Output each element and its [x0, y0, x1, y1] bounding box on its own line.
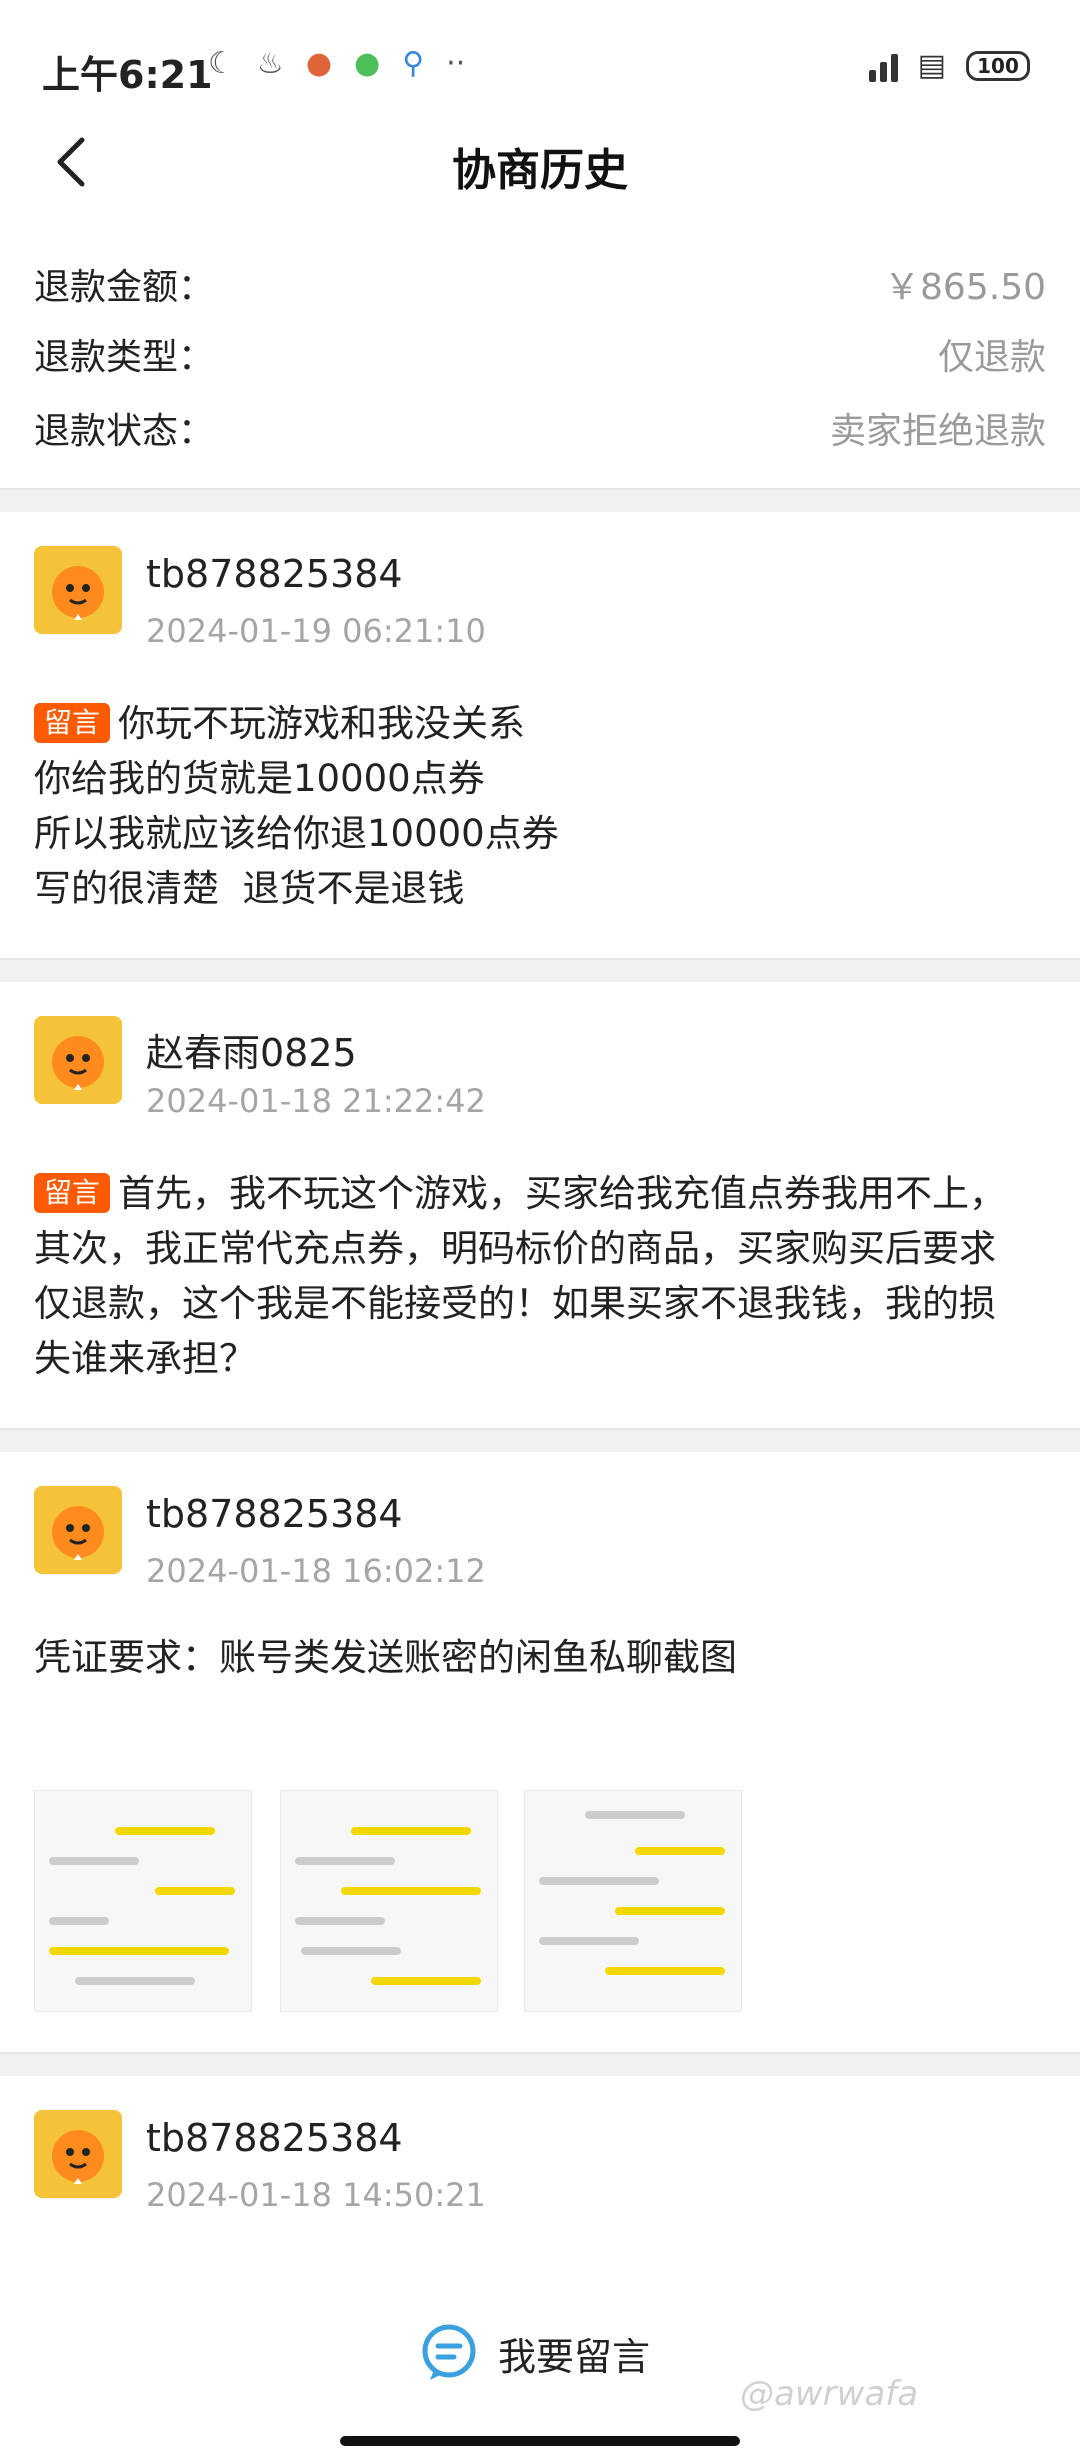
message-line: 仅退款，这个我是不能接受的！如果买家不退我钱，我的损	[34, 1282, 996, 1325]
leave-message-button[interactable]: 我要留言	[420, 2324, 650, 2382]
wifi-router-icon: ▤	[917, 48, 946, 83]
message-username: 赵春雨0825	[146, 1031, 357, 1075]
message-tag: 留言	[34, 703, 111, 743]
battery-icon: 100	[966, 50, 1030, 81]
message-text: 留言 首先，我不玩这个游戏，买家给我充值点券我用不上， 其次，我正常代充点券，明码…	[34, 1166, 1046, 1386]
refund-amount-value: ￥865.50	[884, 267, 1046, 308]
avatar	[34, 1486, 122, 1574]
bottom-bar: 我要留言 @awrwafa	[0, 2284, 1080, 2460]
status-left-icons: ☾ ♨ ● ● ⚲ ··	[208, 46, 465, 81]
refund-type-row: 退款类型： 仅退款	[34, 328, 1046, 380]
message-line: 失谁来承担？	[34, 1337, 256, 1380]
page-title: 协商历史	[452, 145, 628, 196]
message-username: tb878825384	[146, 552, 403, 596]
signal-icon	[868, 50, 898, 82]
message-time: 2024-01-18 16:02:12	[146, 1552, 486, 1590]
message-username: tb878825384	[146, 1492, 403, 1536]
message-line: 其次，我正常代充点券，明码标价的商品，买家购买后要求	[34, 1227, 996, 1270]
chat-bubble-icon	[422, 2324, 476, 2380]
message-time: 2024-01-19 06:21:10	[146, 612, 486, 650]
section-divider	[0, 1428, 1080, 1452]
message-card: tb878825384 2024-01-18 16:02:12 凭证要求：账号类…	[0, 1452, 1080, 2052]
refund-status-value: 卖家拒绝退款	[829, 411, 1046, 452]
watermark: @awrwafa	[740, 2374, 919, 2414]
refund-amount-row: 退款金额： ￥865.50	[34, 258, 1046, 310]
message-time: 2024-01-18 14:50:21	[146, 2176, 486, 2214]
message-time: 2024-01-18 21:22:42	[146, 1082, 486, 1120]
status-bar: 上午6:21 ☾ ♨ ● ● ⚲ ·· ▤ 100	[0, 0, 1080, 128]
message-line: 首先，我不玩这个游戏，买家给我充值点券我用不上，	[118, 1172, 1007, 1215]
evidence-screenshot-thumbnail[interactable]	[524, 1790, 742, 2012]
message-card: tb878825384 2024-01-18 14:50:21	[0, 2076, 1080, 2284]
leave-message-label: 我要留言	[498, 2334, 651, 2379]
avatar	[34, 546, 122, 634]
search-icon: ⚲	[402, 46, 425, 81]
message-line: 写的很清楚 退货不是退钱	[34, 867, 465, 910]
message-card: 赵春雨0825 2024-01-18 21:22:42 留言 首先，我不玩这个游戏…	[0, 982, 1080, 1430]
notification-icon: ♨	[256, 46, 284, 81]
message-card: tb878825384 2024-01-19 06:21:10 留言 你玩不玩游戏…	[0, 512, 1080, 960]
status-time: 上午6:21	[42, 53, 213, 97]
moon-icon: ☾	[208, 46, 235, 81]
message-line: 你给我的货就是10000点券	[34, 757, 485, 800]
nav-header: 协商历史	[0, 128, 1080, 196]
avatar	[34, 1016, 122, 1104]
refund-amount-label: 退款金额：	[34, 267, 215, 308]
home-indicator[interactable]	[340, 2436, 740, 2446]
chat-icon: ●	[354, 46, 381, 81]
refund-status-row: 退款状态： 卖家拒绝退款	[34, 402, 1046, 454]
section-divider	[0, 2052, 1080, 2076]
status-right-icons: ▤ 100	[868, 48, 1030, 83]
evidence-screenshot-thumbnail[interactable]	[280, 1790, 498, 2012]
app-icon: ●	[305, 46, 332, 81]
more-icon: ··	[446, 46, 466, 81]
message-text: 凭证要求：账号类发送账密的闲鱼私聊截图	[34, 1636, 737, 1679]
message-line: 你玩不玩游戏和我没关系	[118, 702, 526, 745]
section-divider	[0, 488, 1080, 512]
message-username: tb878825384	[146, 2116, 403, 2160]
message-line: 所以我就应该给你退10000点券	[34, 812, 559, 855]
refund-status-label: 退款状态：	[34, 411, 215, 452]
refund-type-value: 仅退款	[937, 337, 1046, 378]
section-divider	[0, 958, 1080, 982]
refund-type-label: 退款类型：	[34, 337, 215, 378]
avatar	[34, 2110, 122, 2198]
evidence-screenshot-thumbnail[interactable]	[34, 1790, 252, 2012]
message-text: 留言 你玩不玩游戏和我没关系 你给我的货就是10000点券 所以我就应该给你退10…	[34, 696, 1046, 916]
message-tag: 留言	[34, 1173, 111, 1213]
